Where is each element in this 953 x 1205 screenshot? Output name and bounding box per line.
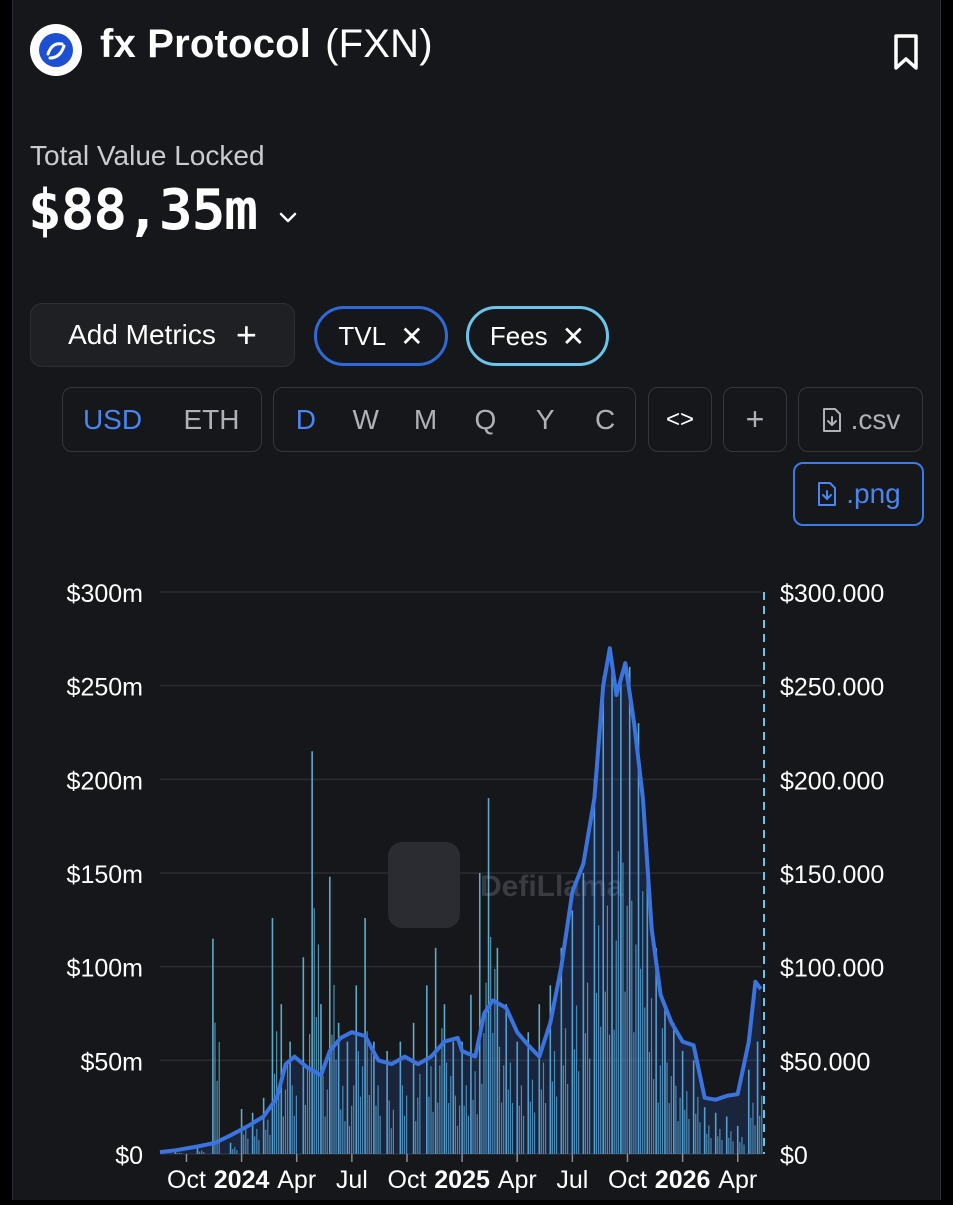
y-tick-label-right: $150.000: [780, 861, 884, 889]
close-icon[interactable]: ✕: [400, 320, 423, 353]
y-tick-label-right: $250.000: [780, 674, 884, 702]
period-m-button[interactable]: M: [396, 388, 456, 451]
y-tick-label-right: $300.000: [780, 580, 884, 608]
x-tick-label: Jul: [556, 1166, 588, 1194]
x-tick-label: 2025: [434, 1166, 490, 1194]
code-icon: <>: [665, 405, 695, 433]
x-tick-label: Apr: [718, 1166, 757, 1194]
y-tick-label-left: $300m: [67, 580, 143, 608]
y-tick-label-left: $50m: [80, 1048, 143, 1076]
period-y-button[interactable]: Y: [515, 388, 575, 451]
add-metrics-label: Add Metrics: [68, 319, 216, 350]
metric-pill-label: Fees: [489, 320, 548, 351]
tvl-value: $88,35m: [28, 178, 258, 243]
period-q-button[interactable]: Q: [455, 388, 515, 451]
x-tick-label: 2026: [655, 1166, 711, 1194]
metric-pill-tvl[interactable]: TVL ✕: [314, 306, 448, 366]
x-tick-label: 2024: [214, 1166, 270, 1194]
x-tick-label: Apr: [498, 1166, 537, 1194]
tvl-area: [160, 648, 761, 1154]
bookmark-icon[interactable]: [890, 32, 922, 72]
y-tick-label-right: $50.000: [780, 1048, 870, 1076]
tvl-fees-chart[interactable]: $0 $50m $100m $150m $200m $250m $300m $0 $50.000…: [0, 560, 953, 1200]
embed-button[interactable]: <>: [648, 387, 712, 452]
file-download-icon: [822, 407, 841, 432]
x-tick-label: Oct: [388, 1166, 427, 1194]
chevron-down-icon[interactable]: [276, 205, 300, 229]
y-tick-label-right: $0: [780, 1142, 808, 1170]
y-tick-label-left: $200m: [67, 767, 143, 795]
protocol-name: fx Protocol: [100, 22, 312, 66]
currency-eth-button[interactable]: ETH: [162, 388, 261, 451]
x-tick-label: Oct: [167, 1166, 206, 1194]
period-toggle: D W M Q Y C: [273, 387, 636, 452]
metric-pill-fees[interactable]: Fees ✕: [466, 306, 609, 366]
plus-icon: +: [235, 314, 257, 355]
page-title: fx Protocol (FXN): [100, 22, 433, 67]
metric-pill-label: TVL: [338, 320, 387, 351]
add-chart-button[interactable]: +: [723, 387, 787, 452]
fx-protocol-logo-icon: [30, 24, 82, 76]
close-icon[interactable]: ✕: [562, 320, 585, 353]
csv-label: .csv: [850, 403, 901, 435]
period-w-button[interactable]: W: [336, 388, 396, 451]
x-tick-label: Jul: [336, 1166, 368, 1194]
currency-toggle: USD ETH: [62, 387, 262, 452]
y-tick-label-right: $100.000: [780, 955, 884, 983]
png-label: .png: [846, 478, 901, 509]
protocol-ticker: (FXN): [325, 22, 433, 66]
y-tick-label-left: $150m: [67, 861, 143, 889]
period-c-button[interactable]: C: [575, 388, 635, 451]
y-tick-label-left: $250m: [67, 674, 143, 702]
plus-icon: +: [745, 401, 765, 437]
watermark-logo-icon: [388, 842, 460, 928]
y-tick-label-left: $0: [115, 1142, 143, 1170]
x-tick-label: Oct: [608, 1166, 647, 1194]
tvl-label: Total Value Locked: [30, 140, 265, 171]
x-tick-label: Apr: [277, 1166, 316, 1194]
period-d-button[interactable]: D: [276, 388, 336, 451]
y-tick-label-left: $100m: [67, 955, 143, 983]
currency-usd-button[interactable]: USD: [63, 388, 162, 451]
download-csv-button[interactable]: .csv: [798, 387, 923, 452]
download-png-button[interactable]: .png: [793, 462, 924, 526]
chart-svg: $0 $50m $100m $150m $200m $250m $300m $0 $50.000…: [67, 580, 885, 1194]
file-download-icon: [818, 482, 837, 506]
add-metrics-button[interactable]: Add Metrics +: [30, 303, 295, 367]
y-tick-label-right: $200.000: [780, 767, 884, 795]
